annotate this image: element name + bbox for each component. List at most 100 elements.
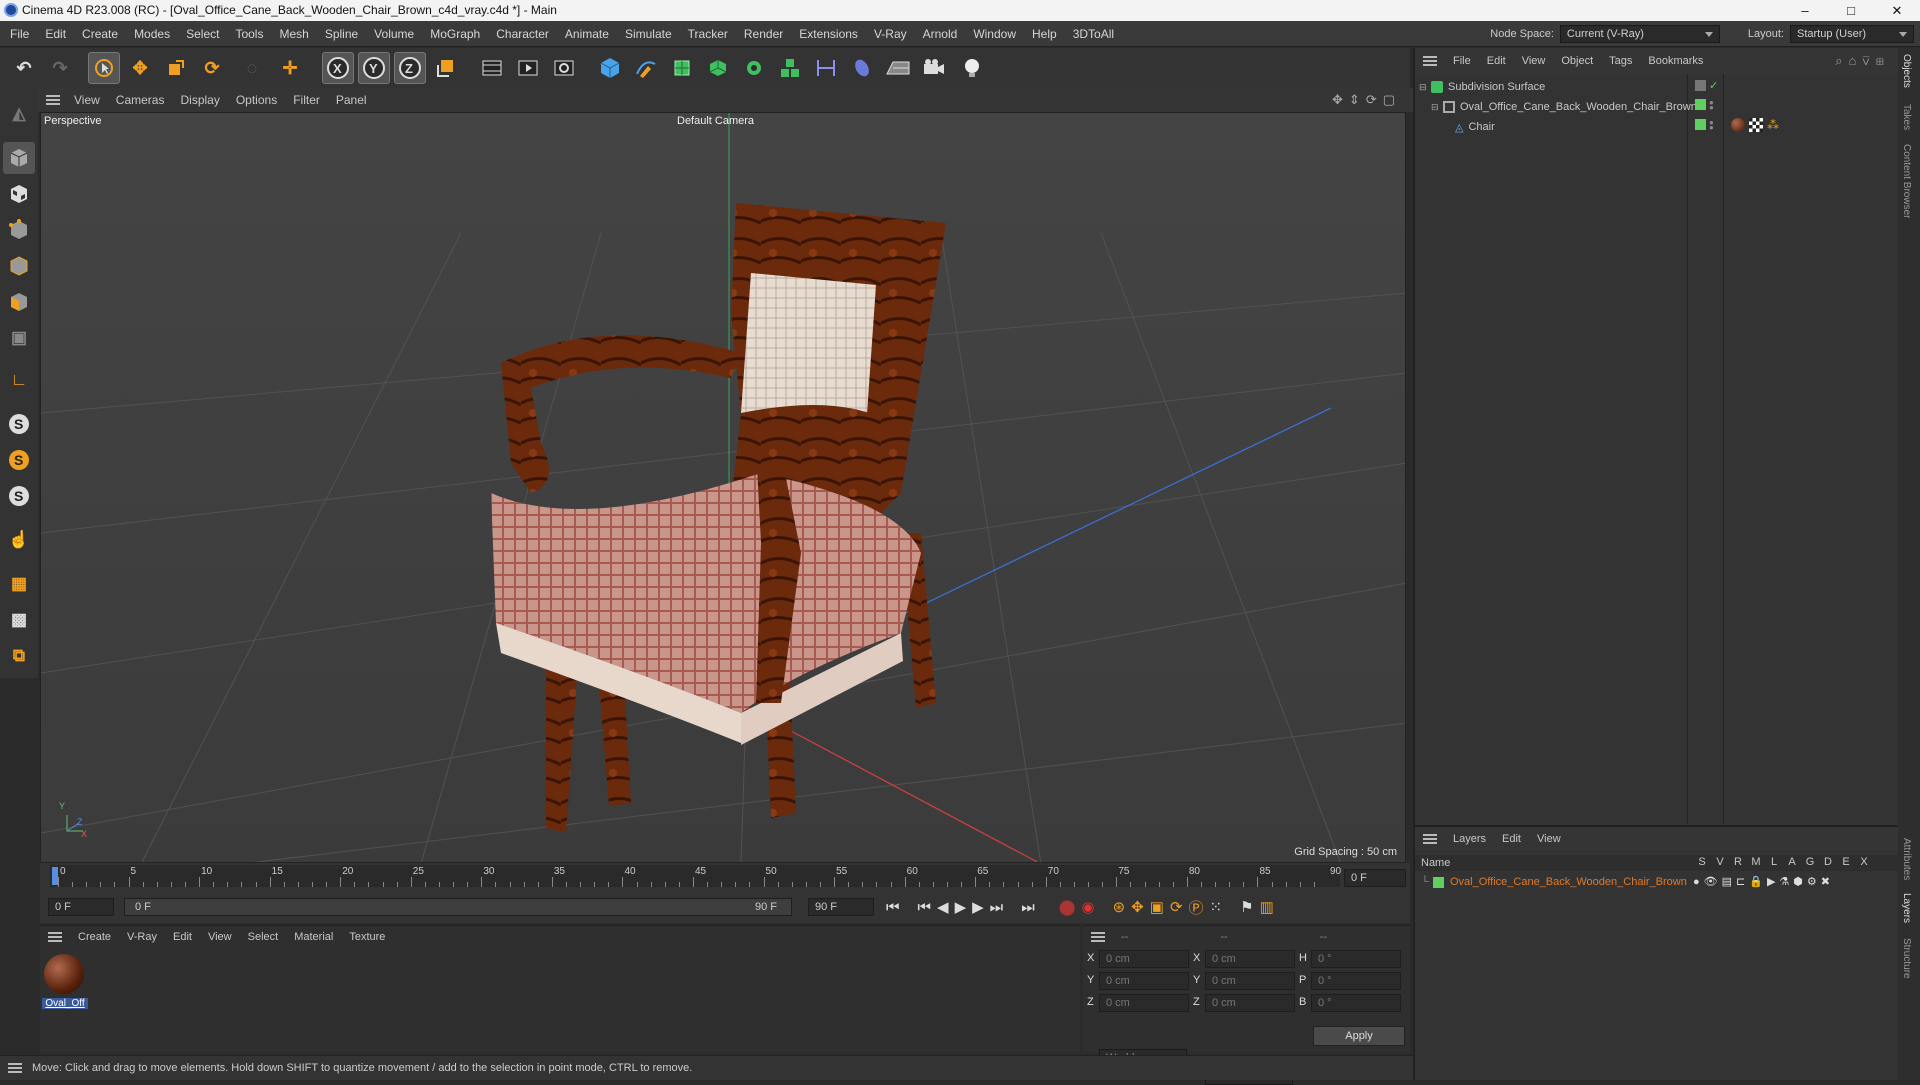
material-menu-material[interactable]: Material <box>286 931 341 943</box>
layer-column-e[interactable]: E <box>1837 856 1855 868</box>
coord-value-field[interactable]: 0 ° <box>1311 950 1401 968</box>
expressions-icon[interactable]: ⚙ <box>1807 875 1817 888</box>
close-button[interactable]: ✕ <box>1874 0 1920 21</box>
frame-range-slider[interactable]: 0 F 90 F <box>124 898 792 916</box>
subdivision-flags[interactable]: ✓ <box>1695 79 1718 92</box>
tab-structure[interactable]: Structure <box>1901 938 1912 979</box>
coordinate-system-icon[interactable] <box>430 52 462 84</box>
coord-value-field[interactable]: 0 cm <box>1099 972 1189 990</box>
expand-toggle-icon[interactable]: ⊟ <box>1419 82 1431 93</box>
tab-layers[interactable]: Layers <box>1901 893 1912 923</box>
menu-help[interactable]: Help <box>1024 21 1065 47</box>
layout-dropdown[interactable]: Startup (User) <box>1790 25 1914 43</box>
minimize-button[interactable]: – <box>1782 0 1828 21</box>
menu-select[interactable]: Select <box>178 21 227 47</box>
solo-icon[interactable]: ● <box>1693 876 1700 888</box>
z-axis-lock-icon[interactable]: Z <box>394 52 426 84</box>
menu-window[interactable]: Window <box>965 21 1024 47</box>
chair-flags[interactable]: ● ● <box>1695 118 1714 131</box>
generators-icon[interactable]: ⚗ <box>1779 875 1789 888</box>
previous-key-icon[interactable]: ⏮ <box>918 899 932 916</box>
go-to-end-icon[interactable]: ⏭ <box>1021 899 1035 916</box>
previous-frame-icon[interactable]: ◀ <box>937 898 949 916</box>
viewport-navigation-icons[interactable]: ✥⇕⟳▢ <box>1332 92 1401 108</box>
make-editable-icon[interactable]: ◭ <box>3 98 35 130</box>
menu-v-ray[interactable]: V-Ray <box>866 21 915 47</box>
viewport-menu-icon[interactable] <box>46 95 60 105</box>
layer-color-icon[interactable] <box>1695 119 1706 130</box>
planar-workplane-icon[interactable]: ⧉ <box>3 640 35 672</box>
layer-color-swatch[interactable] <box>1433 876 1444 888</box>
deformer-icon[interactable] <box>810 52 842 84</box>
object-menu-edit[interactable]: Edit <box>1479 55 1514 67</box>
timeline-ruler[interactable]: 0 5 10 15 20 25 30 35 40 45 50 55 60 65 70 75 80 85 90 <box>50 865 1341 887</box>
object-row-null[interactable]: ⊟ Oval_Office_Cane_Back_Wooden_Chair_Bro… <box>1431 98 1697 116</box>
layer-row[interactable]: └ Oval_Office_Cane_Back_Wooden_Chair_Bro… <box>1421 873 1891 891</box>
undo-icon[interactable]: ↶ <box>8 52 40 84</box>
next-key-icon[interactable]: ⏭ <box>990 899 1004 916</box>
tab-takes[interactable]: Takes <box>1901 104 1912 130</box>
menu-create[interactable]: Create <box>74 21 126 47</box>
material-menu-create[interactable]: Create <box>70 931 119 943</box>
viewport-menu-filter[interactable]: Filter <box>285 88 328 112</box>
texture-tag-icon[interactable] <box>1749 118 1763 132</box>
object-name[interactable]: Chair <box>1468 121 1494 133</box>
layer-column-m[interactable]: M <box>1747 856 1765 868</box>
subdivision-generator-icon[interactable] <box>666 52 698 84</box>
cube-object-icon[interactable] <box>594 52 626 84</box>
render-icon[interactable]: ▤ <box>1722 875 1732 888</box>
object-menu-tags[interactable]: Tags <box>1601 55 1640 67</box>
light-icon[interactable] <box>956 52 988 84</box>
object-search-icons[interactable]: ⌕⌂⊽⊞ <box>1835 53 1890 69</box>
viewport-menu-display[interactable]: Display <box>172 88 227 112</box>
workplane-icon[interactable]: ∟ <box>3 364 35 396</box>
locked-workplane-icon[interactable]: ▩ <box>3 604 35 636</box>
play-icon[interactable]: ▶ <box>955 898 967 916</box>
tab-attributes[interactable]: Attributes <box>1901 838 1912 880</box>
material-swatch[interactable] <box>44 954 84 994</box>
coord-value-field[interactable]: 0 cm <box>1205 950 1295 968</box>
mograph-icon[interactable] <box>774 52 806 84</box>
material-menu-v-ray[interactable]: V-Ray <box>119 931 165 943</box>
record-keys-icon[interactable]: ⬤ <box>1059 898 1076 916</box>
uv-mode-icon[interactable]: ▣ <box>3 322 35 354</box>
material-menu-icon[interactable] <box>48 932 62 942</box>
layer-menu-view[interactable]: View <box>1529 833 1569 845</box>
object-menu-object[interactable]: Object <box>1553 55 1601 67</box>
menu-file[interactable]: File <box>2 21 37 47</box>
layer-column-v[interactable]: V <box>1711 856 1729 868</box>
object-name[interactable]: Subdivision Surface <box>1448 81 1545 93</box>
object-menu-bookmarks[interactable]: Bookmarks <box>1640 55 1711 67</box>
menu-edit[interactable]: Edit <box>37 21 74 47</box>
coord-value-field[interactable]: 0 cm <box>1205 972 1295 990</box>
snap-icon[interactable]: S <box>3 408 35 440</box>
layer-flag-icon[interactable] <box>1695 80 1706 91</box>
object-row-chair[interactable]: ◬ Chair <box>1455 118 1495 136</box>
object-menu-file[interactable]: File <box>1445 55 1479 67</box>
apply-button[interactable]: Apply <box>1313 1026 1405 1046</box>
cloner-icon[interactable] <box>738 52 770 84</box>
pen-spline-icon[interactable] <box>630 52 662 84</box>
material-menu-view[interactable]: View <box>200 931 240 943</box>
viewport-menu-view[interactable]: View <box>66 88 108 112</box>
render-picture-viewer-icon[interactable] <box>512 52 544 84</box>
manager-icon[interactable]: ⊏ <box>1736 875 1745 888</box>
material-menu-texture[interactable]: Texture <box>341 931 393 943</box>
menu-spline[interactable]: Spline <box>317 21 366 47</box>
extrude-generator-icon[interactable] <box>702 52 734 84</box>
3d-viewport[interactable]: Perspective Default Camera Grid Spacing … <box>40 112 1406 863</box>
coordinates-menu-icon[interactable] <box>1091 932 1105 942</box>
current-frame-field[interactable]: 0 F <box>1344 869 1406 887</box>
menu-volume[interactable]: Volume <box>366 21 422 47</box>
menu-arnold[interactable]: Arnold <box>915 21 966 47</box>
keyframe-selection-icon[interactable]: ⊛ <box>1113 898 1126 916</box>
texture-mode-icon[interactable] <box>3 178 35 210</box>
layer-name[interactable]: Oval_Office_Cane_Back_Wooden_Chair_Brown <box>1450 876 1687 888</box>
viewport-menu-panel[interactable]: Panel <box>328 88 375 112</box>
edges-mode-icon[interactable] <box>3 250 35 282</box>
view-icon[interactable]: 👁 <box>1704 875 1718 888</box>
tweak-mode-icon[interactable]: ☝ <box>3 524 35 556</box>
null-flags[interactable]: ● ● <box>1695 98 1714 111</box>
tab-content-browser[interactable]: Content Browser <box>1901 144 1912 218</box>
menu-mesh[interactable]: Mesh <box>271 21 316 47</box>
